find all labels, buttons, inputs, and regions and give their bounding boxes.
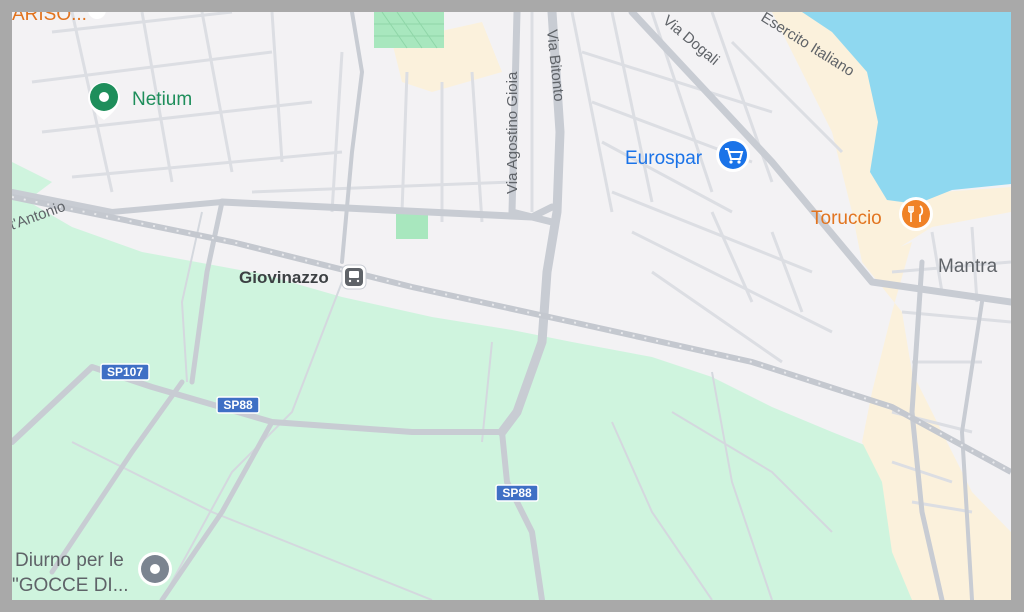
street-label-gioia: Via Agostino Gioia [504, 71, 521, 194]
train-station-icon [341, 264, 367, 290]
road-shield-sp88-a: SP88 [216, 396, 260, 414]
shopping-cart-icon [716, 138, 750, 172]
station-label-giovinazzo: Giovinazzo [239, 268, 329, 287]
map-view[interactable]: Via Agostino Gioia Via Bitonto Via Dogal… [12, 12, 1011, 600]
poi-label-diurno-2: "GOCCE DI... [12, 575, 129, 596]
road-shield-sp88-b: SP88 [495, 484, 539, 502]
poi-label-netium: Netium [132, 89, 192, 110]
shield-label-sp107: SP107 [107, 365, 143, 379]
poi-label-eurospar: Eurospar [625, 148, 703, 169]
poi-label-diurno-1: Diurno per le [15, 550, 124, 571]
map-canvas[interactable]: Via Agostino Gioia Via Bitonto Via Dogal… [12, 12, 1011, 600]
poi-label-top: ARISO... [12, 12, 87, 25]
road-shield-sp107: SP107 [100, 363, 150, 381]
poi-giovinazzo[interactable]: Giovinazzo [239, 264, 367, 290]
restaurant-icon [899, 197, 933, 231]
poi-label-toruccio: Toruccio [811, 208, 882, 229]
map-pin-icon [138, 552, 172, 586]
shield-label-sp88-a: SP88 [223, 398, 253, 412]
shield-label-sp88-b: SP88 [502, 486, 532, 500]
place-label-mantra[interactable]: Mantra [938, 256, 998, 277]
